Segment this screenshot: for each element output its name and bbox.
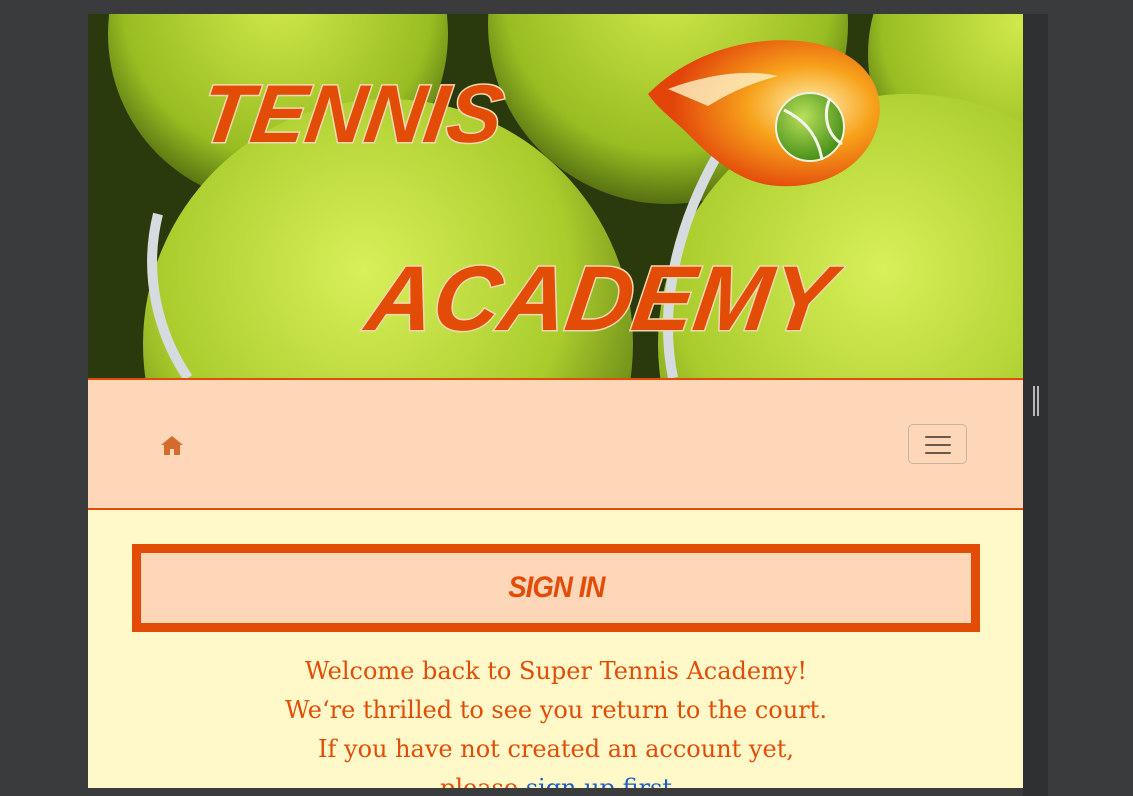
navbar	[88, 378, 1023, 510]
hamburger-menu-icon	[925, 436, 951, 438]
signin-heading-box: SIGN IN	[132, 544, 980, 632]
signin-intro: Welcome back to Super Tennis Academy! We…	[278, 652, 834, 788]
home-link[interactable]	[160, 434, 186, 458]
resize-handle[interactable]	[1033, 386, 1039, 416]
hamburger-menu-icon-bar	[925, 452, 951, 454]
banner-title-academy: ACADEMY	[359, 246, 848, 349]
home-icon	[161, 436, 183, 455]
page-viewport: TENNIS ACADEMY SIGN IN Welcome back to S…	[88, 14, 1023, 788]
welcome-message: Welcome back to Super Tennis Academy!	[304, 657, 808, 685]
hamburger-menu-icon-bar	[925, 444, 951, 446]
banner-title-tennis: TENNIS	[195, 68, 509, 160]
signin-section: SIGN IN Welcome back to Super Tennis Aca…	[88, 510, 1023, 788]
signup-link[interactable]: sign up first	[526, 774, 672, 788]
tennis-balls-image: TENNIS ACADEMY	[88, 14, 1023, 378]
signin-heading: SIGN IN	[507, 571, 605, 604]
navbar-toggle-button[interactable]	[908, 424, 967, 464]
hero-banner: TENNIS ACADEMY	[88, 14, 1023, 378]
